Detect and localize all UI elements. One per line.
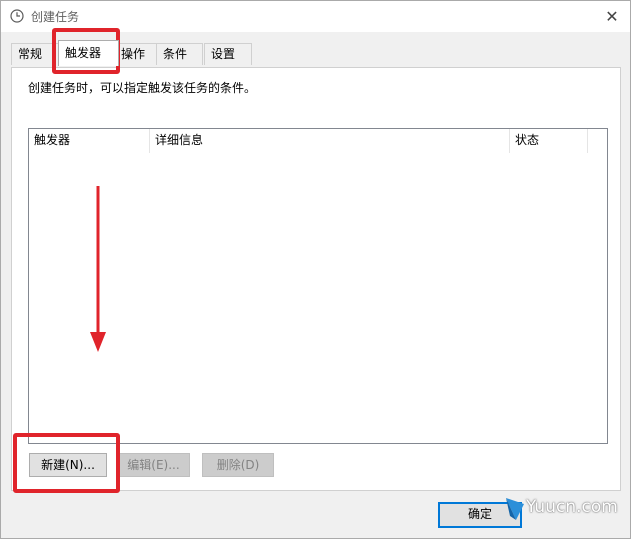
edit-trigger-button[interactable]: 编辑(E)...: [117, 453, 190, 477]
triggers-description: 创建任务时，可以指定触发该任务的条件。: [28, 81, 257, 95]
tab-settings[interactable]: 设置: [204, 43, 252, 65]
tab-actions[interactable]: 操作: [114, 43, 159, 65]
triggers-list[interactable]: 触发器 详细信息 状态: [28, 128, 608, 444]
window-title: 创建任务: [31, 10, 80, 24]
delete-trigger-button[interactable]: 删除(D): [202, 453, 274, 477]
tab-triggers[interactable]: 触发器: [58, 40, 119, 66]
watermark-logo-icon: [506, 498, 524, 520]
clock-icon: [10, 9, 24, 23]
watermark: Yuucn.com: [504, 494, 628, 524]
close-button[interactable]: ✕: [594, 1, 630, 32]
watermark-text: Yuucn.com: [526, 497, 618, 517]
tab-conditions[interactable]: 条件: [156, 43, 203, 65]
new-button-highlight: [13, 433, 120, 493]
column-header-trigger[interactable]: 触发器: [29, 129, 150, 153]
column-header-status[interactable]: 状态: [510, 129, 588, 153]
column-header-details[interactable]: 详细信息: [150, 129, 510, 153]
close-icon: ✕: [605, 7, 619, 26]
down-arrow-icon: [90, 186, 106, 352]
